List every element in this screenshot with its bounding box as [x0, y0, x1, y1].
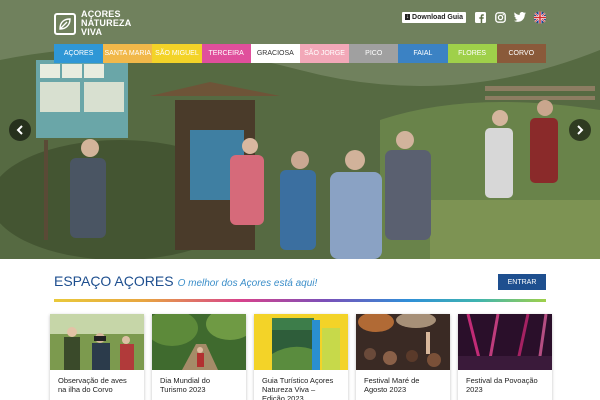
- card-guia-turistico[interactable]: Guia Turístico Açores Natureza Viva – Ed…: [254, 314, 348, 400]
- card-list: Observação de aves na ilha do Corvo Dia …: [50, 314, 552, 400]
- download-guide-label: Download Guia: [412, 13, 463, 21]
- logo-line-3: VIVA: [81, 27, 103, 37]
- card-title: Dia Mundial do Turismo 2023: [160, 376, 211, 394]
- nav-item-pico[interactable]: PICO: [349, 44, 399, 63]
- espaco-header: ESPAÇO AÇORES O melhor dos Açores está a…: [54, 273, 317, 289]
- nav-item-flores[interactable]: FLORES: [447, 44, 497, 63]
- card-title: Festival Maré de Agosto 2023: [364, 376, 420, 394]
- card-image: [356, 314, 450, 370]
- nav-item-sao-jorge[interactable]: SÃO JORGE: [299, 44, 350, 63]
- nav-item-santa-maria[interactable]: SANTA MARIA: [103, 44, 153, 63]
- rainbow-divider: [54, 299, 546, 302]
- nav-label: FAIAL: [413, 50, 433, 57]
- nav-item-graciosa[interactable]: GRACIOSA: [250, 44, 300, 63]
- section-title: ESPAÇO AÇORES: [54, 273, 174, 289]
- card-festival-mare-agosto[interactable]: Festival Maré de Agosto 2023: [356, 314, 450, 400]
- island-navigation: AÇORES SANTA MARIA SÃO MIGUEL TERCEIRA G…: [54, 44, 546, 63]
- chevron-right-icon: [577, 125, 584, 135]
- uk-flag-icon[interactable]: [534, 11, 546, 23]
- nav-label: FLORES: [458, 50, 487, 57]
- card-bird-watching[interactable]: Observação de aves na ilha do Corvo: [50, 314, 144, 400]
- section-subtitle: O melhor dos Açores está aqui!: [177, 278, 318, 289]
- logo-wordmark: AÇORES NATUREZA VIVA: [81, 10, 131, 37]
- enter-button[interactable]: ENTRAR: [498, 274, 546, 290]
- card-image: [458, 314, 552, 370]
- carousel-prev-button[interactable]: [9, 119, 31, 141]
- nav-label: SÃO MIGUEL: [155, 50, 199, 57]
- nav-label: PICO: [365, 50, 383, 57]
- top-utility-bar: ↓ Download Guia: [402, 11, 546, 23]
- card-title: Observação de aves na ilha do Corvo: [58, 376, 127, 394]
- card-image: [152, 314, 246, 370]
- card-festival-povoacao[interactable]: Festival da Povoação 2023: [458, 314, 552, 400]
- nav-item-faial[interactable]: FAIAL: [398, 44, 448, 63]
- hero-banner: AÇORES NATUREZA VIVA ↓ Download Guia AÇO…: [0, 0, 600, 259]
- instagram-icon[interactable]: [494, 11, 506, 23]
- nav-item-corvo[interactable]: CORVO: [496, 44, 546, 63]
- nav-label: CORVO: [508, 50, 535, 57]
- card-title: Festival da Povoação 2023: [466, 376, 538, 394]
- nav-item-sao-miguel[interactable]: SÃO MIGUEL: [152, 44, 202, 63]
- nav-item-acores[interactable]: AÇORES: [54, 44, 104, 63]
- nav-label: AÇORES: [63, 50, 94, 57]
- card-title: Guia Turístico Açores Natureza Viva – Ed…: [262, 376, 334, 400]
- download-guide-button[interactable]: ↓ Download Guia: [402, 11, 466, 23]
- card-image: [254, 314, 348, 370]
- site-logo[interactable]: AÇORES NATUREZA VIVA: [54, 10, 131, 37]
- chevron-left-icon: [16, 125, 23, 135]
- hero-photo: [0, 0, 600, 259]
- card-image: [50, 314, 144, 370]
- carousel-next-button[interactable]: [569, 119, 591, 141]
- twitter-icon[interactable]: [514, 11, 526, 23]
- nav-label: SÃO JORGE: [304, 50, 345, 57]
- nav-item-terceira[interactable]: TERCEIRA: [201, 44, 251, 63]
- leaf-icon: [54, 12, 76, 35]
- download-icon: ↓: [405, 14, 411, 20]
- nav-label: GRACIOSA: [256, 50, 294, 57]
- nav-label: TERCEIRA: [208, 50, 244, 57]
- card-dia-mundial-turismo[interactable]: Dia Mundial do Turismo 2023: [152, 314, 246, 400]
- facebook-icon[interactable]: [474, 11, 486, 23]
- nav-label: SANTA MARIA: [104, 50, 152, 57]
